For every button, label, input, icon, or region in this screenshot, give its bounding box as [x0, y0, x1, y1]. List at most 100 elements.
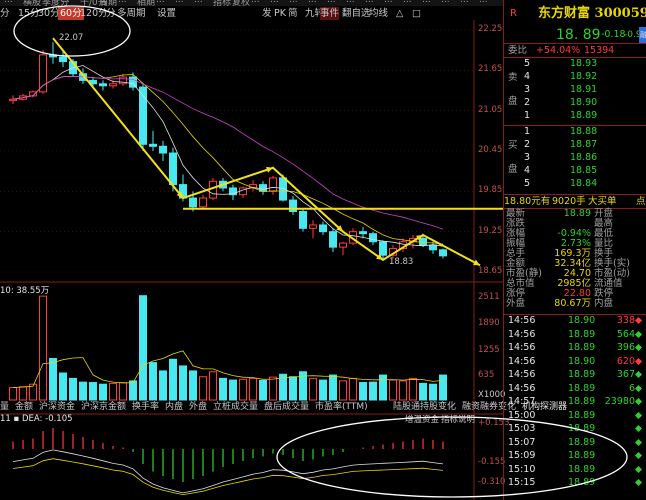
buy-price: 18.84 [570, 178, 598, 189]
sell-row[interactable]: 3 18.91 [504, 84, 646, 96]
top-menu-item[interactable]: ... [365, 0, 374, 5]
sell-row[interactable]: 2 18.90 [504, 97, 646, 109]
candle [39, 50, 47, 94]
chart-tool-8[interactable]: □ [412, 7, 421, 20]
top-menu-item[interactable]: ... [308, 0, 317, 5]
volume-bar [179, 365, 187, 401]
top-menu-item[interactable]: ... [422, 0, 431, 5]
top-menu-item[interactable]: ... [289, 0, 298, 5]
tick-row: 14:56 18.89 367 [504, 369, 646, 381]
top-menu-item[interactable]: ... [403, 0, 412, 5]
buy-price: 18.85 [570, 165, 598, 176]
top-menu-item[interactable]: ... [61, 0, 70, 5]
volume-bar [199, 376, 207, 401]
sell-row[interactable]: 1 18.89 [504, 110, 646, 122]
top-menu-item[interactable]: ... [327, 0, 336, 5]
big-order-extra: 点 [636, 196, 646, 207]
candle [159, 140, 167, 162]
indicator-tab[interactable]: 沪深京金额 [81, 401, 126, 413]
up-arrow-icon [634, 316, 643, 325]
indicator-tab[interactable]: 量 [0, 401, 9, 413]
chart-tool-4[interactable]: 事件 [320, 7, 340, 20]
top-menu-item[interactable]: ... [346, 0, 355, 5]
buy-level: 4 [524, 165, 531, 176]
indicator-tab[interactable]: 盘后成交量 [264, 401, 309, 413]
chart-tool-0[interactable]: 发 [262, 7, 272, 20]
candle [259, 181, 267, 195]
top-menu-item[interactable]: ... [4, 0, 13, 5]
top-menu-item[interactable]: ... [384, 0, 393, 5]
tick-volume [634, 464, 643, 476]
chart-tool-7[interactable]: △ [396, 7, 403, 20]
indicator-tab[interactable]: 金额 [15, 401, 33, 413]
menu-r-icon[interactable]: R [510, 6, 517, 22]
candle [139, 83, 147, 151]
top-menu-item[interactable]: ... [175, 0, 184, 5]
buy-row[interactable]: 5 18.84 [504, 178, 646, 190]
volume-bar [229, 379, 237, 401]
period-7[interactable]: 设置 [157, 7, 176, 20]
candle [49, 42, 57, 64]
top-menu-item[interactable]: ... [460, 0, 469, 5]
down-arrow-icon [634, 343, 643, 352]
indicator-tab[interactable]: 立桩成交量 [213, 401, 258, 413]
tick-price: 18.89 [568, 450, 596, 461]
webi-pct: +54.04% [536, 45, 581, 56]
volume-bar [79, 381, 87, 401]
top-menu-bar: ... 横股 季度分... 十/0书 周期... 相期......... 指标 复权.....… [0, 0, 503, 6]
top-menu-item[interactable]: ... [118, 0, 127, 5]
indicator-tab[interactable]: 沪深资金 [39, 401, 75, 413]
top-menu-item[interactable]: 指标 [213, 0, 231, 6]
indicator-tab[interactable]: 陆股通持股变化 [393, 401, 456, 413]
volume-bar [119, 382, 127, 401]
buy-row[interactable]: 2 18.87 [504, 139, 646, 151]
top-menu-item[interactable]: ... [479, 0, 488, 5]
period-5[interactable]: 分 [106, 7, 116, 20]
top-menu-item[interactable]: ... [251, 0, 260, 5]
high-label: 22.07 [59, 33, 83, 43]
tick-volume: 338 [617, 315, 643, 327]
chart-tool-1[interactable]: PK [274, 7, 286, 20]
period-6[interactable]: 多周期 [117, 7, 146, 20]
volume-bar [9, 387, 17, 401]
period-4[interactable]: 120分 [80, 7, 108, 20]
candle [269, 175, 277, 195]
period-1[interactable]: 15分 [18, 7, 40, 20]
sell-row[interactable]: 5 18.93 [504, 58, 646, 70]
buy-row[interactable]: 4 18.85 [504, 165, 646, 177]
price-chart[interactable]: 22.07 18.83 [0, 20, 503, 500]
volume-bar [329, 374, 337, 401]
volume-bar [49, 357, 57, 401]
sell-row[interactable]: 4 18.92 [504, 71, 646, 83]
top-menu-item[interactable]: ... [441, 0, 450, 5]
indicator-tab[interactable]: 内盘 [165, 401, 183, 413]
buy-row[interactable]: 1 18.88 [504, 126, 646, 138]
top-menu-item[interactable]: ... [156, 0, 165, 5]
period-2[interactable]: 30分 [38, 7, 60, 20]
volume-bar [189, 370, 197, 401]
indicator-tab[interactable]: 市盈率(TTM) [315, 401, 368, 413]
chart-tool-5[interactable]: 翻自选 [342, 7, 371, 20]
sell-price: 18.92 [570, 71, 598, 82]
indicator-tab[interactable]: 外盘 [189, 401, 207, 413]
down-arrow-icon [634, 424, 643, 433]
chart-tool-2[interactable]: 简 [288, 7, 298, 20]
top-menu-item[interactable]: 复权 [232, 0, 250, 6]
margin-badge: 融 [639, 27, 646, 43]
tick-time: 14:56 [508, 328, 536, 340]
top-menu-item[interactable]: ... [194, 0, 203, 5]
tick-time: 15:00 [508, 409, 536, 421]
top-menu-item[interactable]: 相期 [137, 0, 155, 6]
volume-bar [409, 377, 417, 401]
tick-list[interactable]: 14:56 18.90 338 14:56 18.89 564 14:56 18.89 396 1… [504, 315, 646, 500]
period-0[interactable]: 分 [0, 7, 10, 20]
chart-tool-6[interactable]: 均线 [369, 7, 388, 20]
buy-row[interactable]: 3 18.86 [504, 152, 646, 164]
volume-bar [99, 383, 107, 401]
top-menu-item[interactable]: 横股 [23, 0, 41, 6]
indicator-tab[interactable]: 换手率 [132, 401, 159, 413]
sell-orders: 卖盘 5 18.93 4 18.92 3 18.91 2 18.90 1 18.89 [504, 58, 646, 124]
top-menu-item[interactable]: ... [270, 0, 279, 5]
top-menu-item[interactable]: 周期 [99, 0, 117, 6]
volume-bar [239, 378, 247, 401]
